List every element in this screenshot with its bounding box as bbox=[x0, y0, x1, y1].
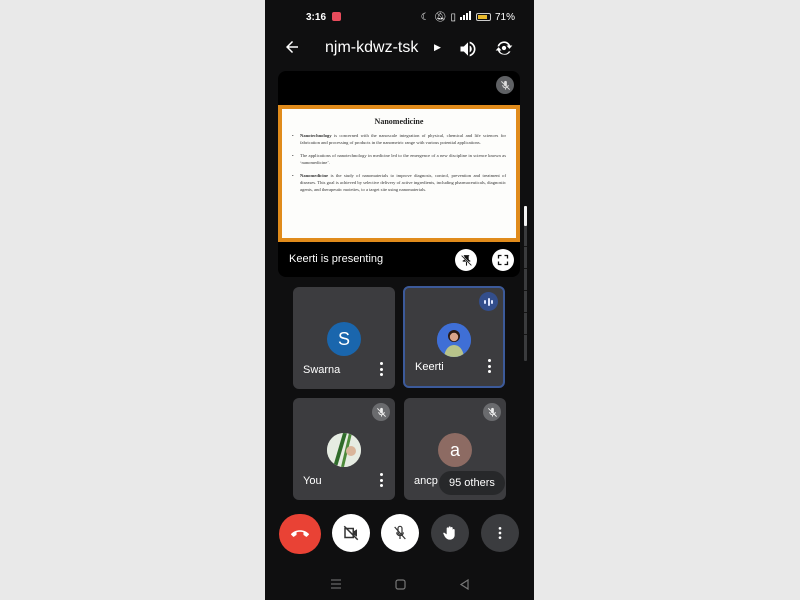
participant-menu-button[interactable] bbox=[377, 473, 385, 487]
slide-title: Nanomedicine bbox=[374, 117, 424, 126]
participant-menu-button[interactable] bbox=[485, 359, 493, 373]
participant-name: ancp bbox=[414, 475, 438, 487]
camera-toggle-button[interactable] bbox=[332, 514, 370, 552]
muted-indicator bbox=[483, 403, 501, 421]
others-count-pill[interactable]: 95 others bbox=[439, 471, 505, 495]
switch-camera-button[interactable] bbox=[494, 38, 514, 58]
fullscreen-button[interactable] bbox=[492, 249, 514, 271]
slide-bullet: Nanomedicine is the study of nanomateria… bbox=[292, 172, 506, 193]
participant-tile-self[interactable]: You bbox=[293, 398, 395, 500]
mic-toggle-button[interactable] bbox=[381, 514, 419, 552]
triangle-back-icon bbox=[459, 578, 469, 590]
mic-off-icon bbox=[500, 80, 510, 90]
speaking-indicator-icon bbox=[479, 292, 498, 311]
avatar: a bbox=[438, 433, 472, 467]
phone-screen: 3:16 ☾ 🔕︎ ▯ 71% njm-kdwz-tsk ▶ Nanomedic… bbox=[265, 0, 534, 600]
slide: Nanomedicine Nanotechnology is concerned… bbox=[282, 109, 516, 238]
speaker-button[interactable] bbox=[458, 39, 478, 59]
presenter-muted-indicator bbox=[496, 76, 514, 94]
slide-bullet: The applications of nanotechnology in me… bbox=[292, 152, 506, 166]
home-button[interactable] bbox=[392, 576, 408, 592]
status-icons: ☾ 🔕︎ ▯ 71% bbox=[421, 11, 515, 23]
bullet-text: is concerned with the nanoscale integrat… bbox=[300, 133, 506, 145]
back-button[interactable] bbox=[283, 38, 303, 58]
moon-icon: ☾ bbox=[420, 11, 430, 23]
scrollbar-tick bbox=[524, 268, 527, 269]
scrollbar-tick bbox=[524, 290, 527, 291]
scrollbar-thumb[interactable] bbox=[524, 206, 527, 226]
fullscreen-icon bbox=[497, 254, 509, 266]
scrollbar-tick bbox=[524, 312, 527, 313]
participant-menu-button[interactable] bbox=[377, 362, 385, 376]
avatar-photo bbox=[327, 433, 361, 467]
status-bar: 3:16 ☾ 🔕︎ ▯ 71% bbox=[265, 0, 534, 34]
unpin-button[interactable] bbox=[455, 249, 477, 271]
avatar: S bbox=[327, 322, 361, 356]
switch-camera-icon bbox=[495, 41, 513, 55]
vibrate-icon: ▯ bbox=[450, 11, 456, 23]
notification-icon bbox=[332, 12, 341, 21]
speaker-icon bbox=[460, 41, 476, 57]
slide-bullet: Nanotechnology is concerned with the nan… bbox=[292, 132, 506, 146]
recents-button[interactable] bbox=[328, 576, 344, 592]
battery-icon bbox=[475, 13, 491, 21]
participant-name: Keerti bbox=[415, 361, 444, 373]
more-options-button[interactable] bbox=[481, 514, 519, 552]
presentation-footer: Keerti is presenting bbox=[278, 242, 520, 277]
caret-right-icon[interactable]: ▶ bbox=[434, 42, 441, 53]
meeting-header: njm-kdwz-tsk ▶ bbox=[265, 34, 534, 64]
participant-tile-active[interactable]: Keerti bbox=[403, 286, 505, 388]
camera-off-icon bbox=[343, 525, 359, 541]
mic-off-icon bbox=[394, 525, 406, 540]
call-controls bbox=[265, 514, 534, 554]
scrollbar[interactable] bbox=[524, 206, 527, 361]
status-time: 3:16 bbox=[306, 12, 327, 23]
bullet-text: The applications of nanotechnology in me… bbox=[300, 153, 506, 165]
participant-tile-others[interactable]: a ancp 95 others bbox=[404, 398, 506, 500]
battery-percent: 71% bbox=[494, 11, 515, 23]
scrollbar-tick bbox=[524, 246, 527, 247]
muted-indicator bbox=[372, 403, 390, 421]
meeting-code[interactable]: njm-kdwz-tsk bbox=[325, 39, 418, 57]
arrow-left-icon bbox=[286, 41, 298, 53]
mic-off-icon bbox=[376, 407, 386, 417]
bullet-bold: Nanotechnology bbox=[300, 133, 332, 138]
more-vert-icon bbox=[498, 527, 502, 539]
end-call-button[interactable] bbox=[279, 514, 321, 554]
scrollbar-tick bbox=[524, 334, 527, 335]
presenting-label: Keerti is presenting bbox=[289, 253, 384, 265]
back-nav-button[interactable] bbox=[456, 576, 472, 592]
avatar-photo bbox=[437, 323, 471, 357]
bullet-text: is the study of nanomaterials to improve… bbox=[300, 173, 506, 192]
mic-off-icon bbox=[487, 407, 497, 417]
participant-name: Swarna bbox=[303, 364, 341, 376]
dnd-icon: 🔕︎ bbox=[433, 11, 447, 23]
shared-screen: Nanomedicine Nanotechnology is concerned… bbox=[278, 105, 520, 242]
slide-bullets: Nanotechnology is concerned with the nan… bbox=[292, 132, 506, 193]
phone-hangup-icon bbox=[291, 530, 309, 537]
signal-icon bbox=[459, 11, 472, 23]
participant-tile[interactable]: S Swarna bbox=[293, 287, 395, 389]
presentation-panel[interactable]: Nanomedicine Nanotechnology is concerned… bbox=[278, 71, 520, 277]
raise-hand-icon bbox=[443, 526, 455, 540]
participant-name: You bbox=[303, 475, 322, 487]
bullet-bold: Nanomedicine bbox=[300, 173, 329, 178]
system-nav-bar bbox=[265, 570, 534, 600]
square-icon bbox=[394, 578, 406, 590]
raise-hand-button[interactable] bbox=[431, 514, 469, 552]
menu-lines-icon bbox=[331, 579, 341, 589]
unpin-icon bbox=[460, 254, 472, 266]
